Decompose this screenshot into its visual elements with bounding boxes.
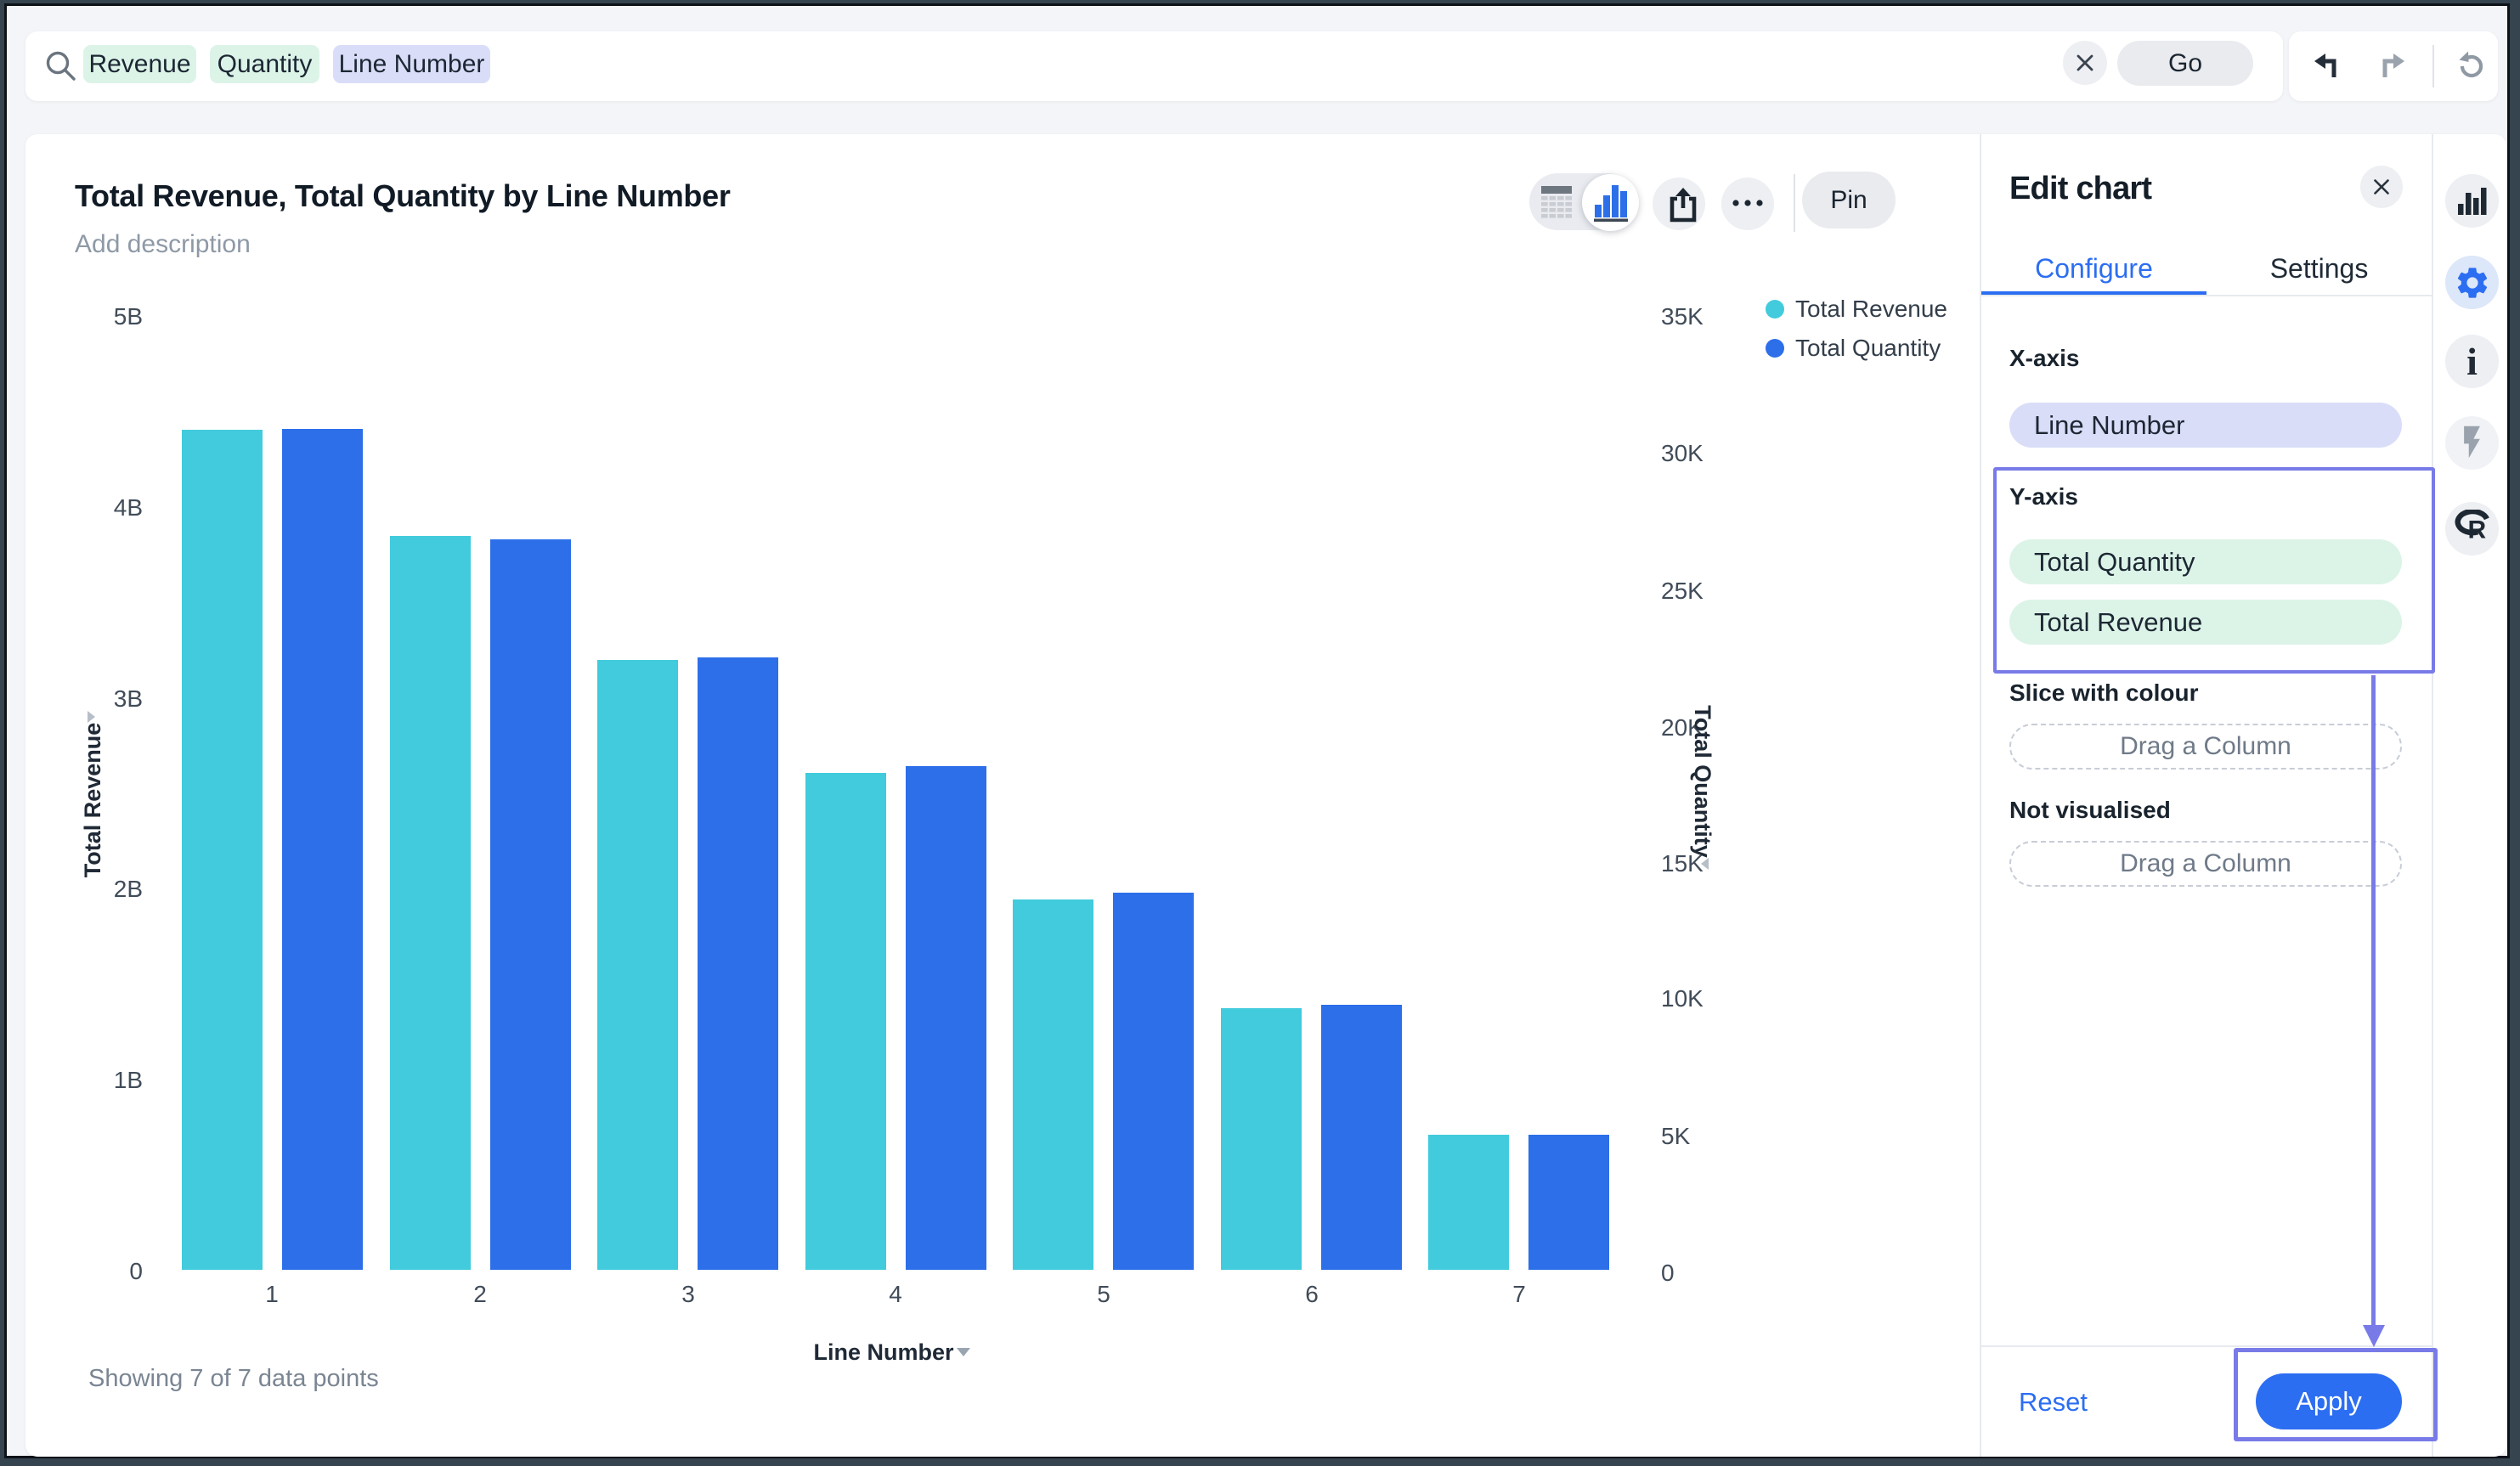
svg-text:R: R	[2468, 516, 2487, 544]
